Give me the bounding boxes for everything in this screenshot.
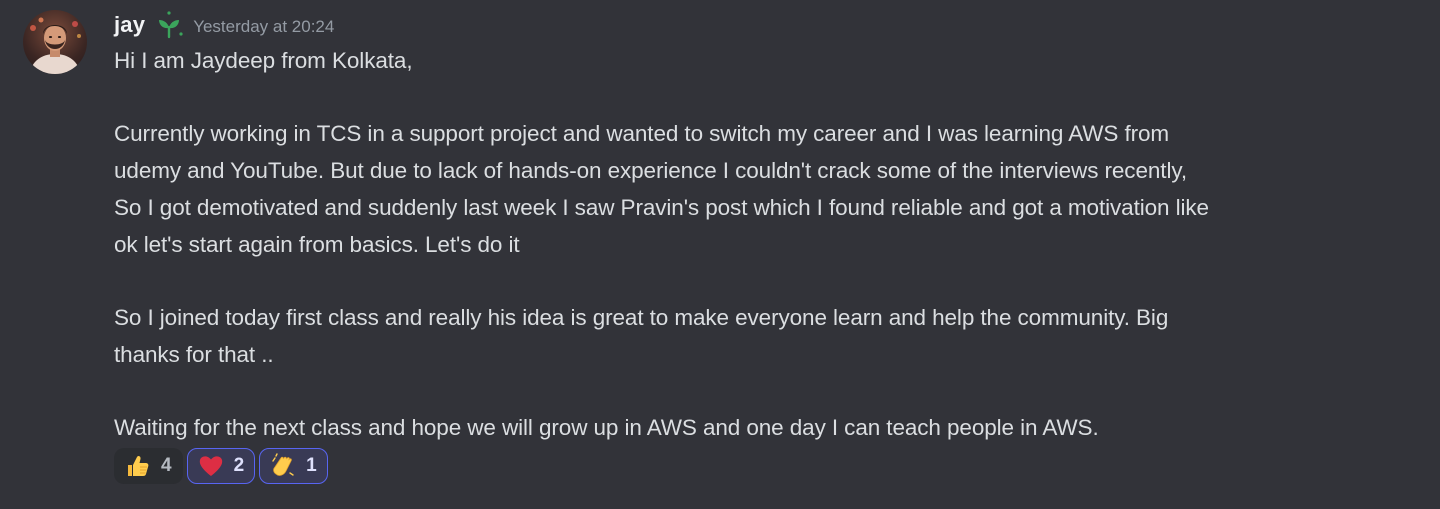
reaction-thumbs-up[interactable]: 4 <box>114 448 183 484</box>
red-heart-icon <box>198 453 224 479</box>
clapping-hands-icon <box>270 453 296 479</box>
reaction-count: 2 <box>233 455 245 476</box>
user-avatar[interactable] <box>23 10 87 74</box>
sprout-icon[interactable] <box>153 9 185 41</box>
message-header: jay Yesterday at 20:24 <box>114 8 334 42</box>
author-username[interactable]: jay <box>114 12 145 38</box>
message-content: Hi I am Jaydeep from Kolkata, Currently … <box>114 48 1209 441</box>
message-timestamp[interactable]: Yesterday at 20:24 <box>193 14 334 37</box>
reaction-clapping[interactable]: 1 <box>259 448 328 484</box>
thumbs-up-icon <box>125 453 151 479</box>
reaction-count: 4 <box>161 455 172 476</box>
reactions-bar: 4 2 1 <box>114 448 328 484</box>
reaction-count: 1 <box>306 455 317 476</box>
reaction-heart[interactable]: 2 <box>186 448 256 484</box>
chat-message: jay Yesterday at 20:24 Hi I am Jaydeep f… <box>0 0 1440 509</box>
